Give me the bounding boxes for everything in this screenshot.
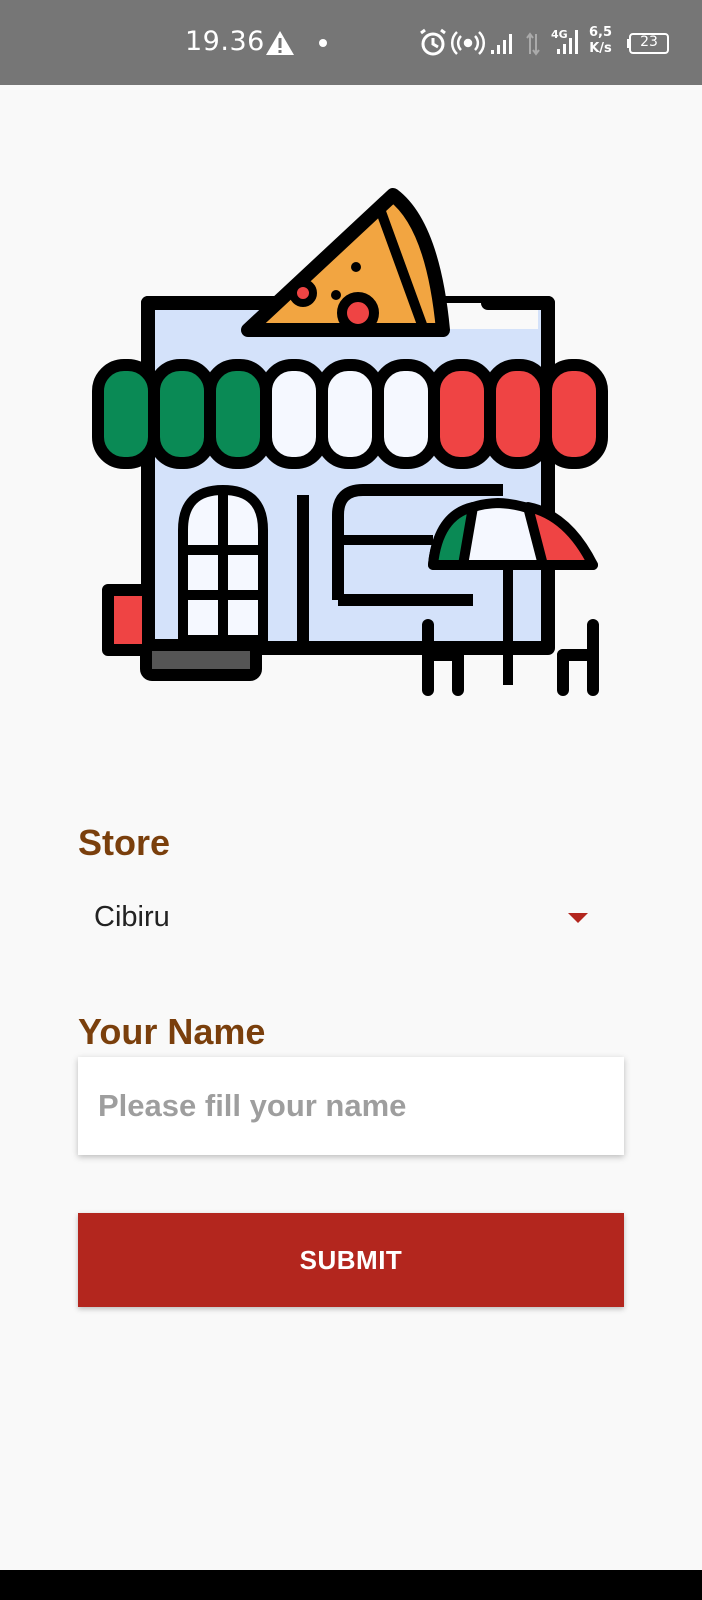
data-arrows-icon [526,32,540,56]
speed-value: 6,5 [589,25,613,40]
awning [92,359,608,469]
battery-level: 23 [640,34,658,50]
dot-icon [319,39,327,47]
signal-icon [491,34,512,54]
submit-button[interactable]: SUBMIT [78,1213,624,1307]
navigation-bar [0,1570,702,1600]
status-bar: 19.36 4G 6,5 K/s 23 [0,0,702,85]
svg-text:4G: 4G [551,28,568,41]
name-input[interactable] [78,1057,624,1155]
name-label: Your Name [78,1011,266,1052]
warning-icon [266,31,294,55]
arched-window [178,484,268,645]
pizza-slice [241,188,450,337]
speed-unit: K/s [589,41,612,56]
hotspot-icon [450,31,486,55]
pizza-store-icon [92,188,608,696]
signal-4g-icon: 4G [551,28,578,54]
dropdown-arrow-icon[interactable] [568,913,588,923]
alarm-icon [420,28,446,56]
store-dropdown[interactable]: Cibiru [78,884,624,954]
store-label: Store [78,822,171,863]
store-selected-value: Cibiru [94,901,170,933]
network-speed: 6,5 K/s [589,25,612,57]
